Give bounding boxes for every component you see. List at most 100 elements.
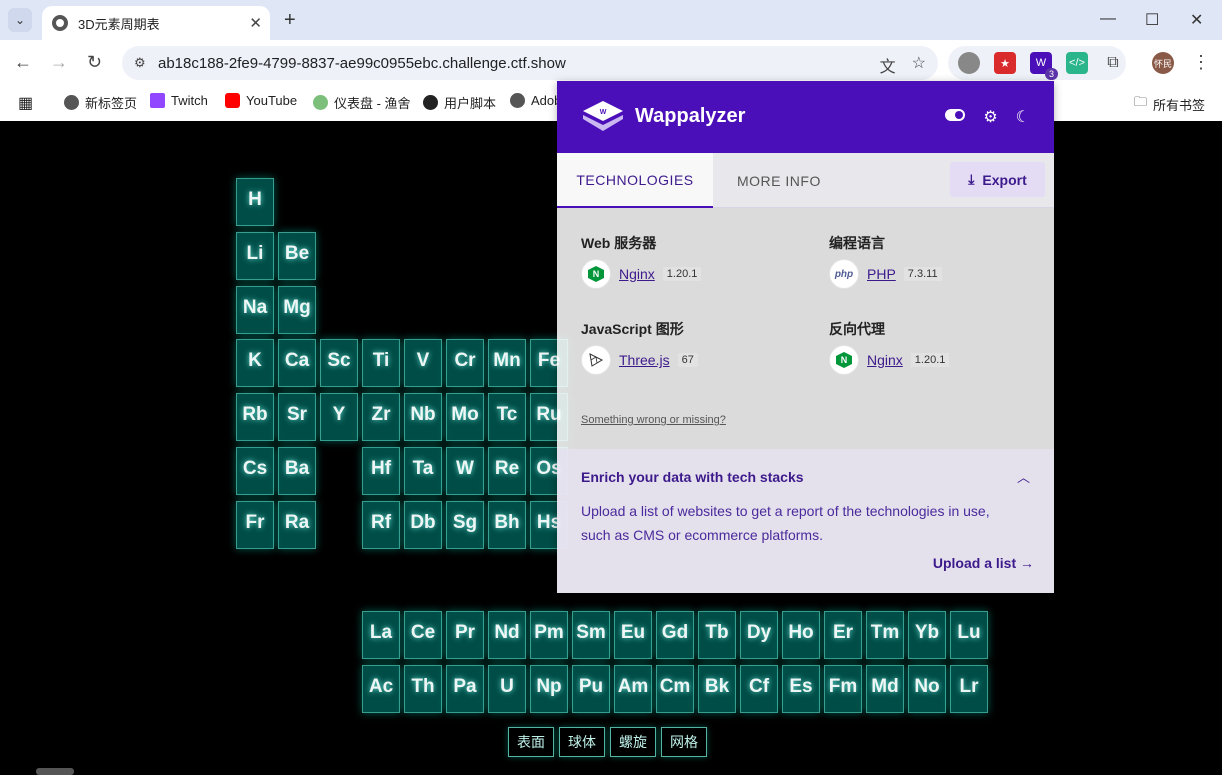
bookmark-item[interactable]: 新标签页 [64,93,137,112]
element-tile[interactable]: Cm [656,665,694,713]
element-tile[interactable]: Lu [950,611,988,659]
element-tile[interactable]: Am [614,665,652,713]
tech-name[interactable]: PHP [867,266,896,282]
sphere-view-button[interactable]: 球体 [559,727,605,757]
element-tile[interactable]: Sg [446,500,484,549]
element-tile[interactable]: Pm [530,611,568,659]
element-tile[interactable]: Er [824,611,862,659]
element-tile[interactable]: Ce [404,611,442,659]
element-tile[interactable]: Es [782,665,820,713]
tech-item[interactable]: N Nginx 1.20.1 [581,259,702,289]
element-tile[interactable]: Cf [740,665,778,713]
element-tile[interactable]: Ba [278,447,316,495]
element-tile[interactable]: Tc [488,393,526,442]
bookmark-star-icon[interactable]: ☆ [912,53,926,77]
address-bar[interactable]: ⚙ ab18c188-2fe9-4799-8837-ae99c0955ebc.c… [122,46,938,80]
element-tile[interactable]: Eu [614,611,652,659]
tab-more-info[interactable]: MORE INFO [737,153,821,208]
tech-name[interactable]: Three.js [619,352,670,368]
menu-icon[interactable]: ⋮ [1192,52,1210,73]
new-tab-button[interactable]: + [284,9,296,32]
element-tile[interactable]: Ra [278,500,316,549]
element-tile[interactable]: Hf [362,447,400,495]
element-tile[interactable]: Sr [278,393,316,442]
element-tile[interactable]: Li [236,231,274,280]
element-tile[interactable]: H [236,178,274,226]
forward-button[interactable]: → [50,52,68,73]
element-tile[interactable]: Tb [698,611,736,659]
element-tile[interactable]: Nd [488,611,526,659]
element-tile[interactable]: V [404,339,442,388]
element-tile[interactable]: Lr [950,665,988,713]
element-tile[interactable]: Be [278,231,316,280]
minimize-button[interactable]: — [1100,10,1116,28]
tech-item[interactable]: Three.js 67 [581,345,698,375]
bookmark-item[interactable]: YouTube [225,93,297,108]
close-icon[interactable]: ✕ [249,14,262,32]
element-tile[interactable]: Mg [278,285,316,334]
element-tile[interactable]: Ti [362,339,400,388]
element-tile[interactable]: Db [404,500,442,549]
element-tile[interactable]: Sc [320,339,358,388]
flag-icon[interactable]: ★ [994,52,1016,74]
element-tile[interactable]: Cs [236,447,274,495]
element-tile[interactable]: Y [320,393,358,442]
tech-item[interactable]: N Nginx 1.20.1 [829,345,950,375]
moon-icon[interactable]: ☾ [1016,107,1030,127]
element-tile[interactable]: Gd [656,611,694,659]
element-tile[interactable]: Np [530,665,568,713]
code-icon[interactable]: </> [1066,52,1088,74]
element-tile[interactable]: Sm [572,611,610,659]
grid-view-button[interactable]: 网格 [661,727,707,757]
site-info-icon[interactable]: ⚙ [134,55,150,71]
tab-search-button[interactable]: ⌄ [8,8,32,32]
element-tile[interactable]: La [362,611,400,659]
report-issue-link[interactable]: Something wrong or missing? [581,414,726,426]
puzzle-icon[interactable]: ⧉ [1102,52,1124,74]
extension-circle-icon[interactable] [958,52,980,74]
tech-name[interactable]: Nginx [619,266,655,282]
back-button[interactable]: ← [14,52,32,73]
helix-view-button[interactable]: 螺旋 [610,727,656,757]
element-tile[interactable]: Bk [698,665,736,713]
element-tile[interactable]: K [236,339,274,388]
element-tile[interactable]: Tm [866,611,904,659]
tech-item[interactable]: php PHP 7.3.11 [829,259,942,289]
element-tile[interactable]: Mn [488,339,526,388]
maximize-button[interactable]: ☐ [1145,10,1159,30]
avatar[interactable]: 怀民 [1152,52,1174,74]
export-button[interactable]: ⤓ Export [950,162,1045,197]
settings-icon[interactable]: ⚙ [983,107,997,127]
element-tile[interactable]: Na [236,285,274,334]
element-tile[interactable]: Rf [362,500,400,549]
element-tile[interactable]: Mo [446,393,484,442]
element-tile[interactable]: Pa [446,665,484,713]
element-tile[interactable]: Ta [404,447,442,495]
element-tile[interactable]: U [488,665,526,713]
close-window-button[interactable]: ✕ [1190,10,1203,30]
element-tile[interactable]: No [908,665,946,713]
bookmark-item[interactable]: Twitch [150,93,208,108]
element-tile[interactable]: Yb [908,611,946,659]
scrollbar[interactable] [36,768,74,775]
tech-name[interactable]: Nginx [867,352,903,368]
element-tile[interactable]: Pr [446,611,484,659]
translate-icon[interactable]: 文 [880,53,896,77]
element-tile[interactable]: Bh [488,500,526,549]
element-tile[interactable]: Zr [362,393,400,442]
toggle-switch[interactable] [945,109,966,121]
element-tile[interactable]: Dy [740,611,778,659]
element-tile[interactable]: Cr [446,339,484,388]
element-tile[interactable]: Rb [236,393,274,442]
all-bookmarks[interactable]: 🗀 所有书签 [1134,93,1205,115]
element-tile[interactable]: Fm [824,665,862,713]
bookmark-item[interactable]: 仪表盘 - 渔舍 [313,93,411,112]
element-tile[interactable]: Ho [782,611,820,659]
reload-button[interactable]: ↻ [87,52,102,73]
element-tile[interactable]: Pu [572,665,610,713]
wappalyzer-icon[interactable]: W3 [1030,52,1058,80]
apps-icon[interactable]: ▦ [18,93,33,113]
element-tile[interactable]: Th [404,665,442,713]
bookmark-item[interactable]: 用户脚本 [423,93,496,112]
element-tile[interactable]: Md [866,665,904,713]
